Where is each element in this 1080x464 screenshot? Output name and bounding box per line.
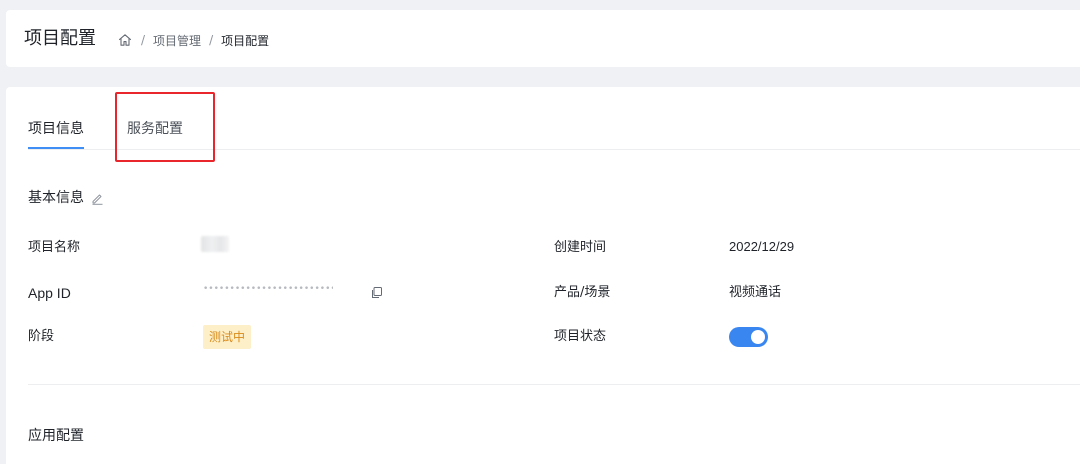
section-divider [28, 384, 1080, 385]
breadcrumb-separator: / [141, 33, 146, 47]
app-id-value-masked: •••••••••••••••••••••••••••••••••• [203, 284, 333, 294]
stage-status-badge: 测试中 [203, 325, 252, 349]
highlight-annotation-box [115, 92, 215, 162]
label-stage: 阶段 [28, 329, 55, 344]
product-scene-value: 视频通话 [729, 285, 782, 300]
breadcrumb-project-config: 项目配置 [221, 33, 270, 48]
page-title: 项目配置 [24, 28, 96, 49]
created-time-value: 2022/12/29 [729, 239, 795, 254]
section-basic-info: 基本信息 [28, 188, 104, 208]
label-created-time: 创建时间 [554, 240, 607, 255]
section-app-config-title: 应用配置 [28, 428, 84, 444]
label-project-name: 项目名称 [28, 240, 81, 255]
label-project-status: 项目状态 [554, 329, 607, 344]
tab-project-info[interactable]: 项目信息 [28, 120, 84, 149]
page-header: 项目配置 / 项目管理 / 项目配置 [6, 10, 1080, 67]
breadcrumb-project-management[interactable]: 项目管理 [153, 32, 201, 49]
breadcrumb-separator: / [209, 33, 214, 47]
label-app-id: App ID [28, 285, 71, 301]
label-product-scene: 产品/场景 [554, 285, 611, 300]
project-name-value-redacted [201, 236, 229, 252]
active-tab-indicator [28, 147, 84, 149]
toggle-knob [751, 330, 765, 344]
edit-pencil-icon[interactable] [90, 191, 104, 205]
section-app-config: 应用配置 [28, 426, 84, 446]
copy-icon[interactable] [369, 285, 383, 299]
section-basic-info-title: 基本信息 [28, 190, 84, 206]
main-panel: 项目信息 服务配置 基本信息 项目名称 App ID •••••••••••••… [6, 87, 1080, 464]
project-status-toggle[interactable] [729, 327, 768, 347]
breadcrumb: / 项目管理 / 项目配置 [117, 31, 269, 49]
home-icon[interactable] [117, 32, 133, 48]
tab-project-info-label: 项目信息 [28, 121, 84, 137]
